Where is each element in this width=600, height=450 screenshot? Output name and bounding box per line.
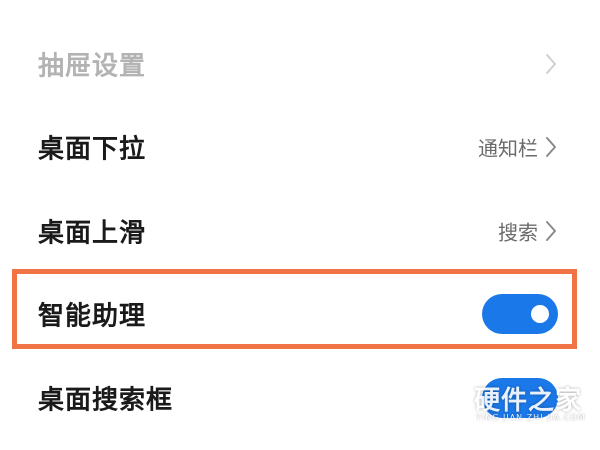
desktop-swipe-up-row[interactable]: 桌面上滑 搜索 xyxy=(0,189,600,273)
row-label: 智能助理 xyxy=(38,301,147,332)
chevron-right-icon xyxy=(546,54,556,74)
row-value: 搜索 xyxy=(498,220,538,245)
drawer-settings-row[interactable]: 抽屉设置 xyxy=(0,22,600,106)
desktop-pull-down-row[interactable]: 桌面下拉 通知栏 xyxy=(0,105,600,189)
row-label: 桌面下拉 xyxy=(38,134,147,165)
toggle-knob xyxy=(531,305,549,323)
row-label: 桌面上滑 xyxy=(38,218,147,249)
cube-logo-icon xyxy=(433,382,467,422)
watermark-subtext: YING JIAN ZHI JIA.COM xyxy=(476,413,586,422)
row-value: 通知栏 xyxy=(478,136,538,161)
chevron-right-icon xyxy=(546,221,556,241)
chevron-right-icon xyxy=(546,137,556,157)
row-label: 桌面搜索框 xyxy=(38,385,174,416)
smart-assistant-row: 智能助理 xyxy=(0,272,600,356)
smart-assistant-toggle[interactable] xyxy=(482,294,558,334)
settings-list: 抽屉设置 桌面下拉 通知栏 桌面上滑 搜索 智能助理 桌面搜索框 硬件之家 YI… xyxy=(0,0,600,450)
watermark: 硬件之家 YING JIAN ZHI JIA.COM xyxy=(432,380,592,428)
watermark-text: 硬件之家 xyxy=(474,386,583,416)
row-label: 抽屉设置 xyxy=(38,51,147,82)
